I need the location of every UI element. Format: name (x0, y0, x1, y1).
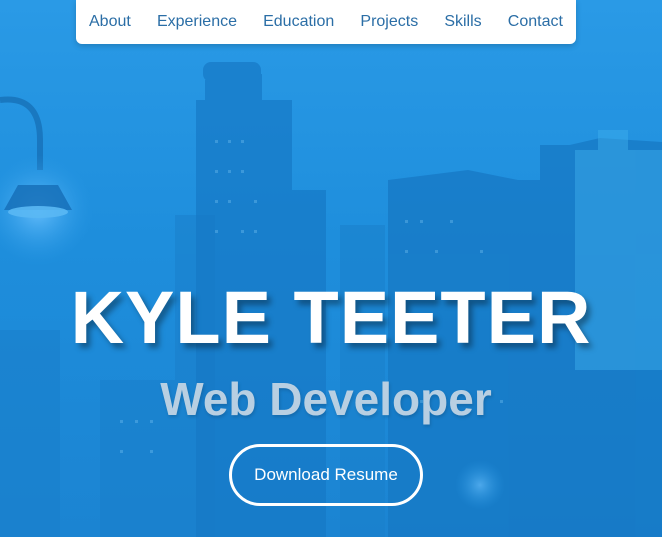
nav-link-projects[interactable]: Projects (360, 0, 418, 44)
nav-link-skills[interactable]: Skills (444, 0, 481, 44)
hero-name-title: KYLE TEETER (70, 276, 592, 359)
nav-link-about[interactable]: About (89, 0, 131, 44)
nav-link-experience[interactable]: Experience (157, 0, 237, 44)
download-resume-button[interactable]: Download Resume (229, 444, 423, 506)
top-navbar: About Experience Education Projects Skil… (76, 0, 576, 44)
nav-link-contact[interactable]: Contact (508, 0, 563, 44)
hero-role-subtitle: Web Developer (160, 373, 492, 425)
nav-link-education[interactable]: Education (263, 0, 334, 44)
